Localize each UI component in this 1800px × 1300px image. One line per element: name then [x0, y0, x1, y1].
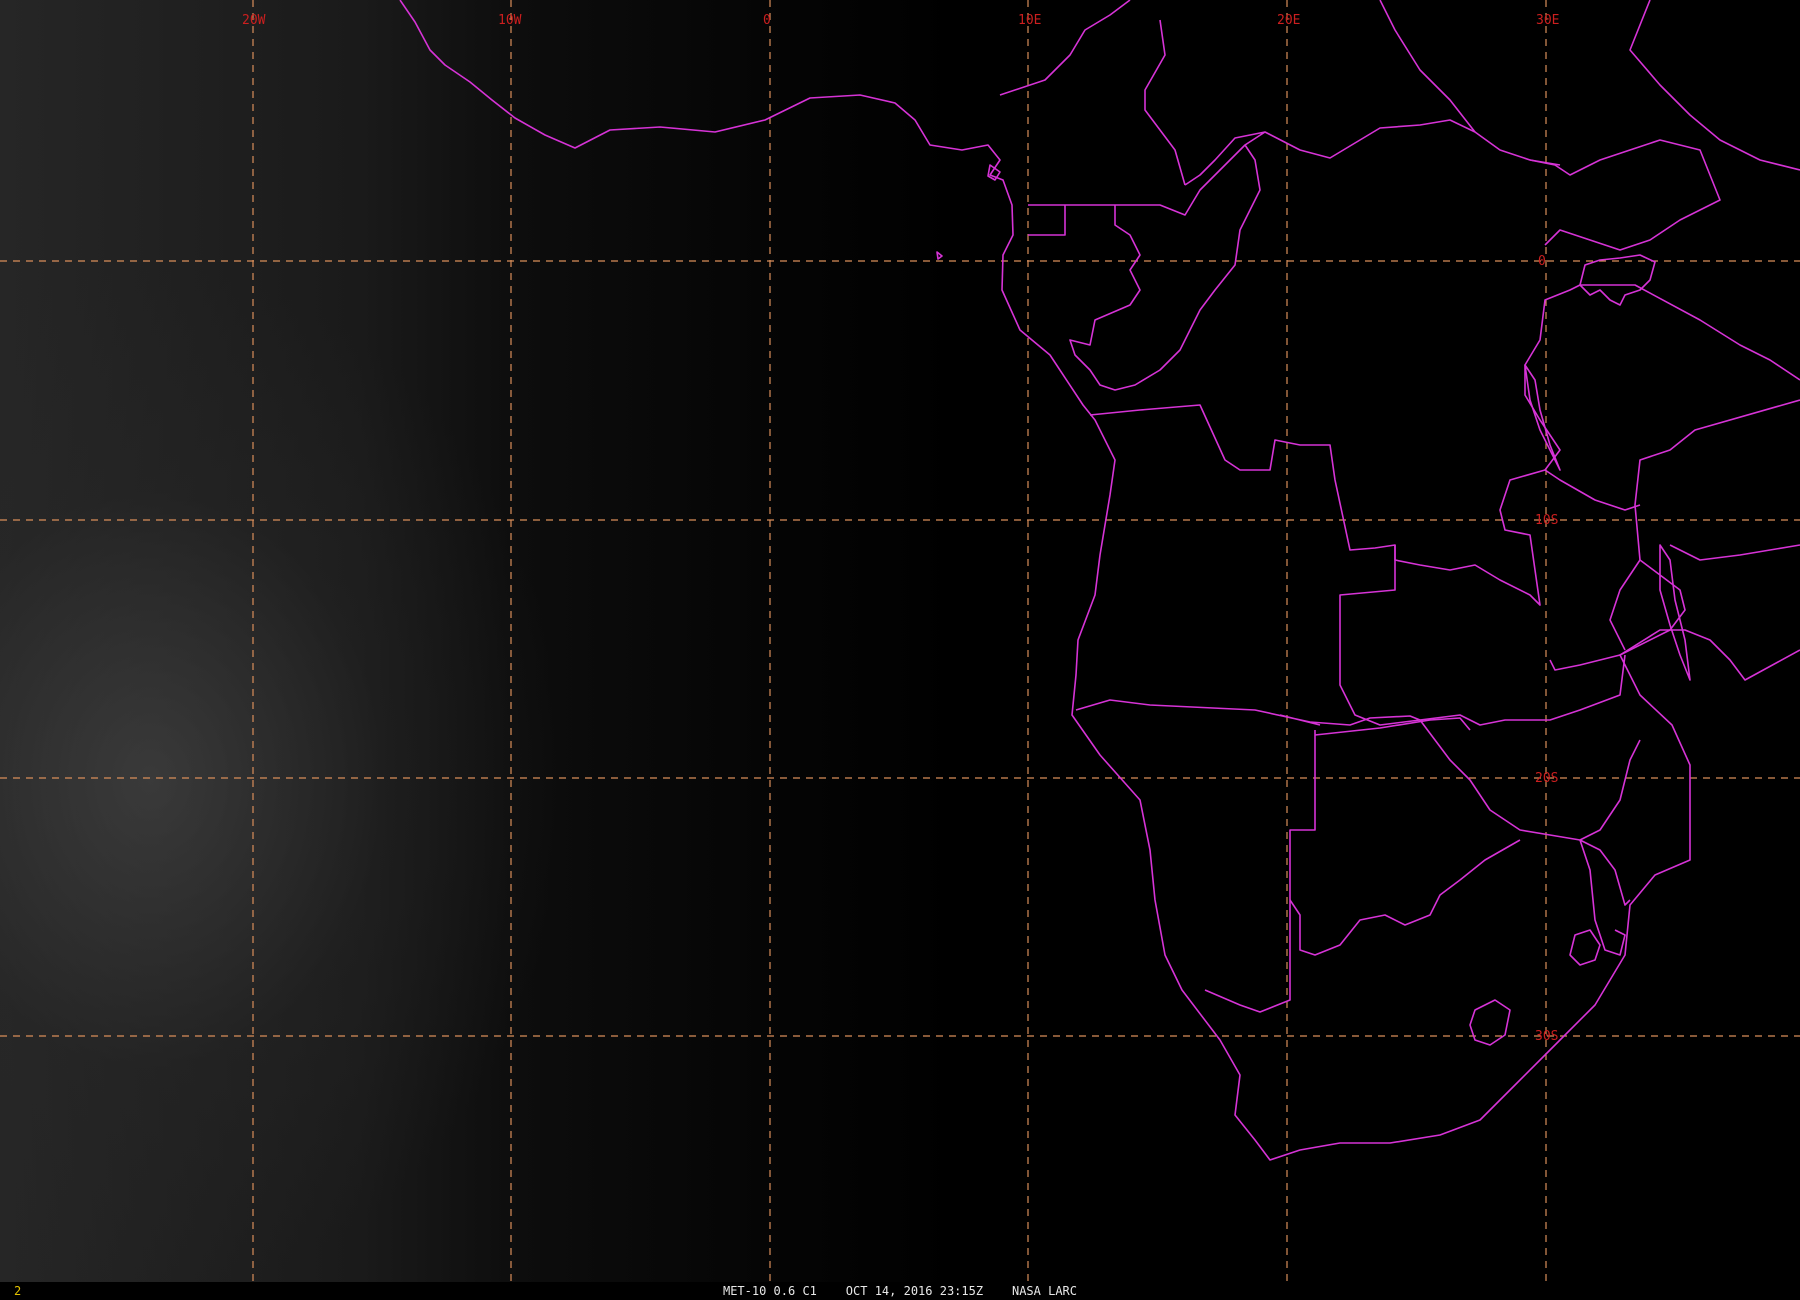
border-drc-angola	[1089, 404, 1641, 606]
border-namibia-angola	[1075, 699, 1421, 726]
border-sudan	[1379, 0, 1476, 133]
image-caption: MET-10 0.6 C1 OCT 14, 2016 23:15Z NASA L…	[722, 1284, 1077, 1298]
graticule	[0, 0, 1800, 1282]
border-malawi-moz	[1609, 559, 1641, 651]
border-caprivi	[1314, 717, 1471, 736]
border-ethiopia	[1629, 0, 1800, 171]
border-sa-north	[1579, 839, 1631, 906]
label-10e: 10E	[1018, 13, 1041, 28]
border-tanzania-moz	[1669, 544, 1800, 561]
border-congo-gabon	[1028, 144, 1261, 391]
label-20s: 20S	[1535, 771, 1558, 786]
lake-malawi	[1659, 544, 1691, 681]
lesotho	[1469, 999, 1511, 1046]
label-20e: 20E	[1277, 13, 1300, 28]
label-0-lat: 0	[1538, 254, 1546, 269]
map-overlay: 20W 10W 0 10E 20E 30E 0 10S 20S 30S	[0, 0, 1800, 1282]
border-namibia-botswana	[1204, 730, 1316, 1013]
border-mozambique-sa	[1579, 839, 1626, 956]
country-borders	[399, 0, 1800, 1161]
island-sao-tome	[936, 251, 943, 260]
border-south-sudan	[1529, 139, 1721, 251]
border-botswana-sa	[1289, 839, 1521, 956]
border-zambia-tanzania	[1524, 284, 1800, 471]
label-20w: 20W	[242, 13, 266, 28]
lake-tanganyika	[1524, 364, 1561, 471]
status-bar: 2 MET-10 0.6 C1 OCT 14, 2016 23:15Z NASA…	[0, 1282, 1800, 1300]
label-10s: 10S	[1535, 513, 1558, 528]
eswatini	[1569, 929, 1601, 966]
border-angola-zambia	[1339, 545, 1626, 726]
grid-labels: 20W 10W 0 10E 20E 30E 0 10S 20S 30S	[242, 13, 1559, 1044]
lake-victoria	[1579, 254, 1656, 306]
label-30s: 30S	[1535, 1029, 1558, 1044]
border-central-north	[1144, 19, 1186, 186]
label-30e: 30E	[1536, 13, 1559, 28]
border-zimbabwe	[1419, 719, 1641, 841]
border-car-north	[1184, 119, 1561, 186]
label-10w: 10W	[498, 13, 522, 28]
label-0-lon: 0	[763, 13, 771, 28]
west-africa-coast	[399, 0, 1800, 1161]
